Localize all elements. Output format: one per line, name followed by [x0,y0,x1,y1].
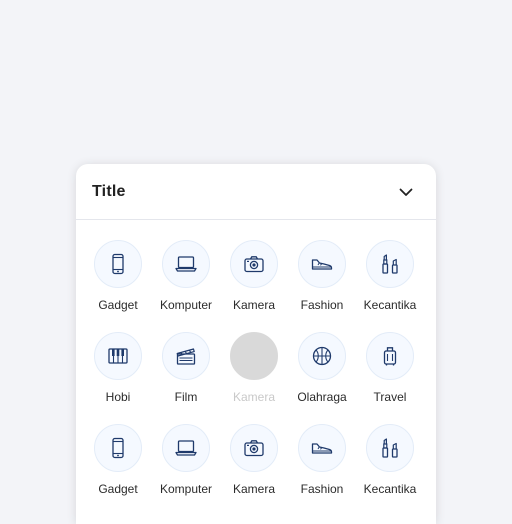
panel-title: Title [92,182,126,200]
category-row: Gadget Komputer Kamera Fashion Kecantika [76,240,436,332]
category-label: Fashion [300,298,344,312]
category-row: Hobi Film Kamera Olahraga Travel [76,332,436,424]
cosmetics-icon [378,436,402,460]
chevron-down-icon[interactable] [398,184,414,200]
category-item-film[interactable]: Film [152,332,220,424]
category-label: Olahraga [297,390,347,404]
category-item-hobi[interactable]: Hobi [84,332,152,424]
category-row: Gadget Komputer Kamera Fashion Kecantika [76,424,436,516]
sneaker-icon [310,252,334,276]
category-panel: Title Gadget Komputer Kamera Fashion Kec… [76,164,436,524]
category-item-kecantika[interactable]: Kecantika [356,240,424,332]
category-item-kamera[interactable]: Kamera [220,240,288,332]
category-item-fashion[interactable]: Fashion [288,424,356,516]
piano-icon [106,344,130,368]
category-label: Kamera [232,482,276,496]
category-item-kamera[interactable]: Kamera [220,424,288,516]
smartphone-icon [106,436,130,460]
laptop-icon [174,436,198,460]
category-label: Komputer [159,298,213,312]
category-item-travel[interactable]: Travel [356,332,424,424]
category-label: Gadget [98,482,138,496]
camera-icon [242,252,266,276]
panel-header[interactable]: Title [76,164,436,220]
smartphone-icon [106,252,130,276]
category-item-olahraga[interactable]: Olahraga [288,332,356,424]
category-item-gadget[interactable]: Gadget [84,424,152,516]
category-item-kecantika[interactable]: Kecantika [356,424,424,516]
cosmetics-icon [378,252,402,276]
category-item-komputer[interactable]: Komputer [152,240,220,332]
category-label: Kecantika [363,298,417,312]
camera-icon [242,436,266,460]
category-label: Kamera [232,298,276,312]
category-label: Kamera [232,390,276,404]
category-item-gadget[interactable]: Gadget [84,240,152,332]
category-label: Kecantika [363,482,417,496]
luggage-icon [378,344,402,368]
category-label: Fashion [300,482,344,496]
placeholder-icon [230,332,278,380]
basketball-icon [310,344,334,368]
category-item-kamera-disabled: Kamera [220,332,288,424]
category-item-fashion[interactable]: Fashion [288,240,356,332]
category-item-komputer[interactable]: Komputer [152,424,220,516]
category-label: Komputer [159,482,213,496]
category-grid: Gadget Komputer Kamera Fashion Kecantika [76,220,436,516]
clapperboard-icon [174,344,198,368]
category-label: Gadget [98,298,138,312]
sneaker-icon [310,436,334,460]
category-label: Hobi [105,390,131,404]
category-label: Travel [373,390,407,404]
category-label: Film [174,390,198,404]
laptop-icon [174,252,198,276]
